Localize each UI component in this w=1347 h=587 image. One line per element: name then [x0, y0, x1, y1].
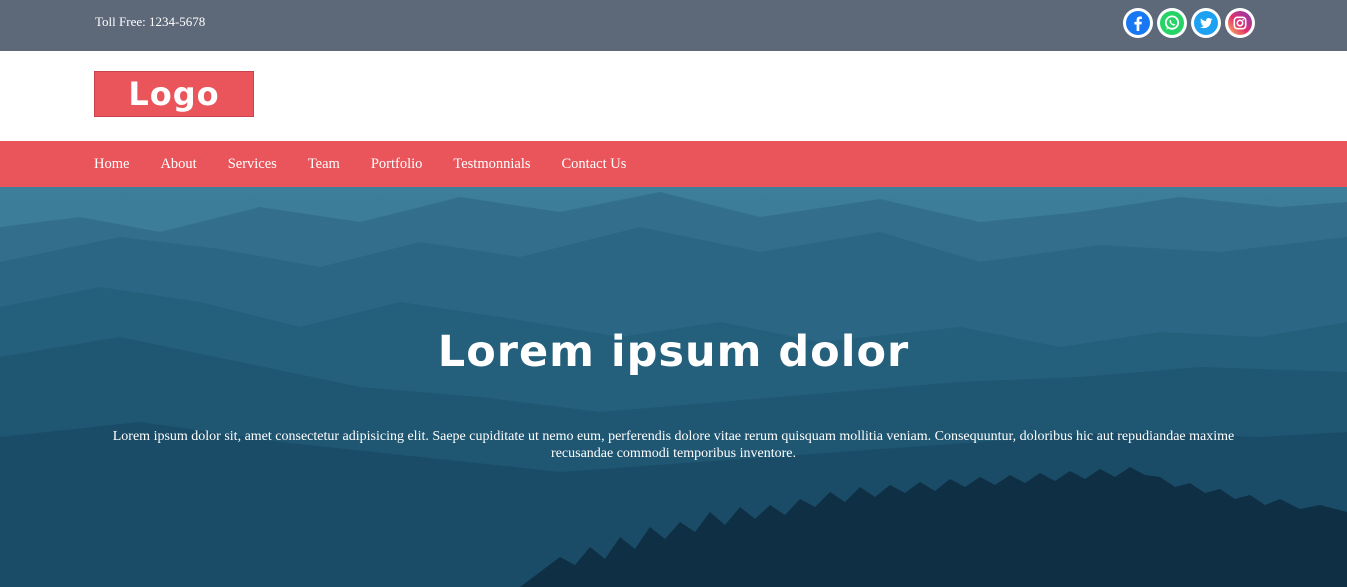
- mountain-background-image: [0, 187, 1347, 587]
- logo[interactable]: Logo: [94, 71, 254, 117]
- nav-item-contact-us[interactable]: Contact Us: [562, 156, 627, 173]
- whatsapp-icon: [1160, 11, 1184, 35]
- instagram-icon: [1228, 11, 1252, 35]
- nav-item-home[interactable]: Home: [94, 156, 129, 173]
- hero-description: Lorem ipsum dolor sit, amet consectetur …: [112, 429, 1235, 461]
- hero-banner: Lorem ipsum dolor Lorem ipsum dolor sit,…: [0, 187, 1347, 587]
- main-nav: Home About Services Team Portfolio Testm…: [0, 141, 1347, 187]
- twitter-icon: [1194, 11, 1218, 35]
- twitter-link[interactable]: [1191, 8, 1221, 38]
- hero-title: Lorem ipsum dolor: [437, 327, 910, 377]
- facebook-link[interactable]: [1123, 8, 1153, 38]
- nav-item-about[interactable]: About: [160, 156, 196, 173]
- facebook-icon: [1126, 11, 1150, 35]
- toll-free-number: Toll Free: 1234-5678: [95, 14, 206, 29]
- nav-menu: Home About Services Team Portfolio Testm…: [94, 141, 657, 187]
- social-links: [1123, 8, 1255, 38]
- nav-item-services[interactable]: Services: [228, 156, 277, 173]
- nav-item-portfolio[interactable]: Portfolio: [371, 156, 423, 173]
- top-bar: Toll Free: 1234-5678: [0, 0, 1347, 51]
- instagram-link[interactable]: [1225, 8, 1255, 38]
- nav-item-team[interactable]: Team: [308, 156, 340, 173]
- whatsapp-link[interactable]: [1157, 8, 1187, 38]
- nav-item-testimonials[interactable]: Testmonnials: [453, 156, 530, 173]
- header: Logo: [0, 51, 1347, 141]
